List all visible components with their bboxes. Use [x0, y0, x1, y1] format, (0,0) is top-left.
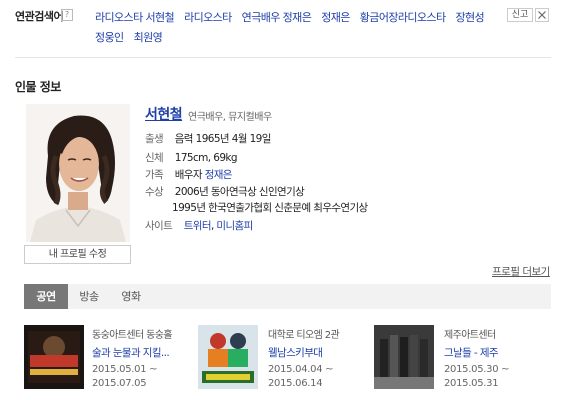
award-label: 수상 — [145, 186, 164, 198]
body-value: 175cm, 69kg — [174, 152, 238, 164]
info-family: 가족 배우자 정재은 — [145, 167, 232, 182]
twitter-link[interactable]: 트위터 — [184, 220, 212, 232]
info-awards: 수상 2006년 동아연극상 신인연기상 — [145, 184, 305, 199]
performance-start: 2015.05.01 ~ — [92, 364, 158, 375]
related-search-title: 연관검색어 — [15, 10, 64, 23]
body-label: 신체 — [145, 152, 164, 164]
family-prefix: 배우자 — [174, 169, 203, 181]
tab-movie[interactable]: 영화 — [110, 284, 152, 309]
section-title: 인물 정보 — [15, 80, 61, 94]
more-profile-link[interactable]: 프로필 더보기 — [492, 264, 550, 279]
divider — [15, 57, 551, 58]
person-role: 연극배우, 뮤지컬배우 — [188, 112, 272, 123]
related-link[interactable]: 라디오스타 서현철 — [95, 8, 175, 28]
help-icon[interactable]: ? — [61, 9, 73, 21]
performance-end: 2015.07.05 — [92, 378, 147, 389]
performance-title[interactable]: 술과 눈물과 지킬... — [92, 345, 170, 360]
tab-performance[interactable]: 공연 — [24, 284, 68, 309]
birth-value: 음력 1965년 4월 19일 — [174, 133, 272, 145]
related-link[interactable]: 정재은 — [321, 8, 350, 28]
related-link[interactable]: 정웅인 — [95, 28, 124, 48]
poster-thumbnail[interactable] — [198, 325, 258, 389]
performance-title[interactable]: 웰남스키부대 — [268, 345, 323, 360]
poster-thumbnail[interactable] — [374, 325, 434, 389]
close-icon[interactable] — [535, 8, 549, 22]
related-link[interactable]: 장현성 — [455, 8, 484, 28]
related-search-links: 라디오스타 서현철 라디오스타 연극배우 정재은 정재은 황금어장라디오스타 장현성정웅인… — [95, 8, 495, 48]
info-body: 신체 175cm, 69kg — [145, 150, 238, 165]
award-item: 1995년 한국연출가협회 신춘문예 최우수연기상 — [172, 202, 368, 214]
info-birth: 출생 음력 1965년 4월 19일 — [145, 131, 271, 146]
minihompy-link[interactable]: 미니홈피 — [216, 220, 253, 232]
performance-start: 2015.04.04 ~ — [268, 364, 334, 375]
person-name[interactable]: 서현철 — [145, 104, 183, 124]
birth-label: 출생 — [145, 133, 164, 145]
performance-title[interactable]: 그날들 - 제주 — [444, 345, 499, 360]
tab-broadcast[interactable]: 방송 — [68, 284, 110, 309]
profile-photo[interactable] — [26, 104, 130, 242]
profile-edit-button[interactable]: 내 프로필 수정 — [24, 245, 131, 264]
tab-bar: 공연 방송 영화 — [24, 284, 551, 309]
spouse-link[interactable]: 정재은 — [205, 169, 233, 181]
venue: 제주아트센터 — [444, 330, 496, 341]
related-link[interactable]: 황금어장라디오스타 — [360, 8, 446, 28]
related-link[interactable]: 라디오스타 — [184, 8, 232, 28]
performance-end: 2015.05.31 — [444, 378, 499, 389]
venue: 동숭아트센터 동숭홀 — [92, 330, 173, 341]
related-link[interactable]: 최원영 — [134, 28, 163, 48]
award-item: 2006년 동아연극상 신인연기상 — [174, 186, 305, 198]
performance-end: 2015.06.14 — [268, 378, 323, 389]
related-link[interactable]: 연극배우 정재은 — [242, 8, 312, 28]
family-label: 가족 — [145, 169, 164, 181]
performance-start: 2015.05.30 ~ — [444, 364, 510, 375]
poster-thumbnail[interactable] — [24, 325, 84, 389]
venue: 대학로 티오엠 2관 — [268, 330, 340, 341]
site-label: 사이트 — [145, 220, 173, 232]
report-button[interactable]: 신고 — [507, 8, 533, 22]
info-site: 사이트 트위터, 미니홈피 — [145, 220, 253, 232]
